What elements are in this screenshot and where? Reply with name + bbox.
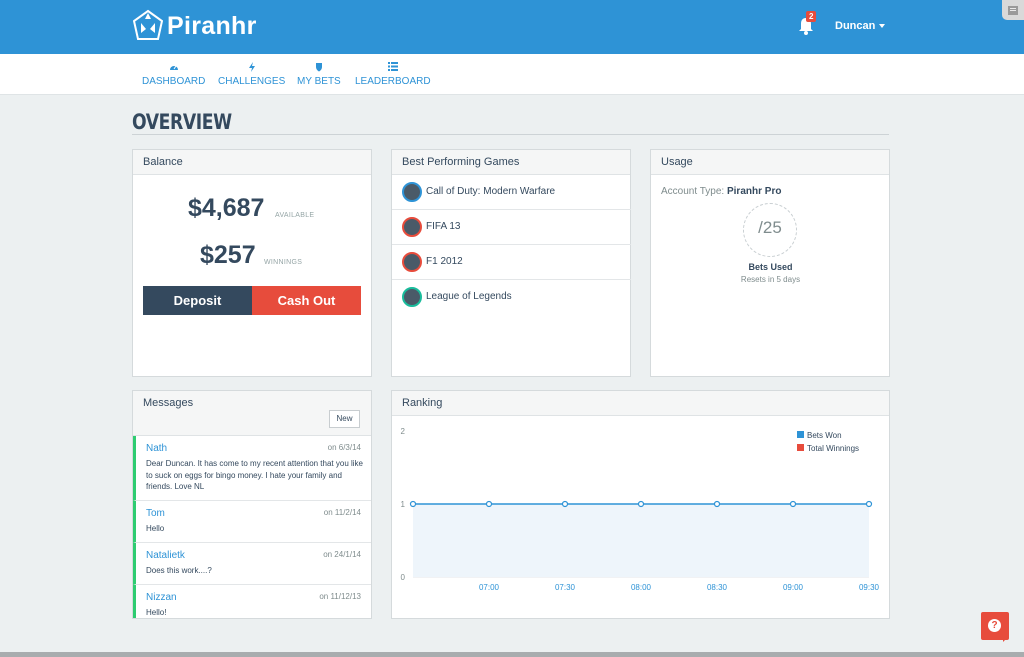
bets-won-point: [865, 500, 873, 508]
user-menu[interactable]: Duncan: [835, 20, 886, 32]
nav-dashboard-label: DASHBOARD: [142, 76, 206, 87]
message-body: Dear Duncan. It has come to my recent at…: [146, 459, 363, 491]
y-tick-label: 1: [401, 500, 406, 509]
nav-dashboard[interactable]: DASHBOARD: [142, 62, 205, 87]
title-divider: [132, 134, 889, 135]
games-card: Best Performing Games Call of Duty: Mode…: [391, 149, 631, 377]
game-name: FIFA 13: [426, 221, 461, 232]
message-sender: Tom: [146, 508, 165, 519]
y-tick-label: 2: [401, 427, 406, 436]
game-name: F1 2012: [426, 256, 463, 267]
game-row[interactable]: League of Legends: [392, 280, 631, 315]
game-avatar: [402, 287, 422, 307]
page-title: OVERVIEW: [132, 110, 232, 134]
x-tick-label: 07:00: [479, 583, 500, 592]
available-amount: $4,687: [188, 194, 265, 222]
cash-out-button[interactable]: Cash Out: [252, 286, 361, 315]
ranking-chart: 0 1 2 07:00 07:30 08:00 08:30 09:00 09:30 Bets Wo…: [401, 427, 880, 592]
dashboard-icon: [169, 65, 178, 70]
available-label: AVAILABLE: [275, 212, 315, 219]
message-date: on 6/3/14: [327, 443, 361, 452]
usage-title: Usage: [651, 150, 889, 175]
legend-swatch: [797, 431, 804, 438]
x-tick-label: 07:30: [555, 583, 576, 592]
shield-icon: [315, 63, 322, 72]
game-name: Call of Duty: Modern Warfare: [426, 186, 556, 197]
x-tick-label: 09:00: [783, 583, 804, 592]
messages-card: Messages New Nath on 6/3/14 Dear Duncan.…: [132, 390, 372, 619]
reset-text: Resets in 5 days: [740, 275, 801, 284]
game-row[interactable]: F1 2012: [392, 245, 631, 280]
message-date: on 11/12/13: [319, 592, 361, 601]
legend-label: Total Winnings: [807, 444, 859, 453]
game-avatar: [402, 217, 422, 237]
message-item[interactable]: Nath on 6/3/14 Dear Duncan. It has come …: [133, 436, 371, 501]
piranha-icon: [133, 9, 163, 40]
winnings-label: WINNINGS: [264, 259, 303, 266]
game-avatar: [402, 252, 422, 272]
message-sender: Nizzan: [146, 592, 177, 603]
message-body: Does this work....?: [146, 566, 212, 575]
balance-title: Balance: [133, 150, 371, 175]
account-type-label: Account Type:: [661, 186, 725, 197]
nav-my-bets-label: MY BETS: [297, 76, 341, 87]
game-name: League of Legends: [426, 291, 512, 302]
game-row[interactable]: Call of Duty: Modern Warfare: [392, 175, 631, 210]
message-date: on 11/2/14: [323, 508, 361, 517]
message-item[interactable]: Nizzan on 11/12/13 Hello!: [133, 585, 371, 618]
question-icon: ?: [988, 619, 1001, 632]
lightning-icon: [248, 62, 255, 72]
caret-down-icon: [879, 24, 886, 29]
usage-count: /25: [758, 218, 782, 237]
notification-badge: 2: [806, 11, 817, 22]
deposit-button[interactable]: Deposit: [143, 286, 252, 315]
message-item[interactable]: Natalietk on 24/1/14 Does this work....?: [133, 543, 371, 585]
bets-won-point: [713, 500, 721, 508]
list-icon: [387, 62, 398, 71]
x-tick-label: 09:30: [859, 583, 880, 592]
new-message-button[interactable]: New: [329, 410, 360, 428]
message-sender: Nath: [146, 443, 168, 454]
help-button-tail: [1003, 636, 1009, 642]
extension-button[interactable]: [1002, 0, 1024, 20]
ranking-title: Ranking: [392, 391, 889, 416]
nav-leaderboard-label: LEADERBOARD: [355, 76, 431, 87]
app-name: Piranhr: [167, 11, 257, 40]
y-tick-label: 0: [401, 573, 406, 582]
message-body: Hello!: [146, 608, 167, 617]
bets-won-area: [413, 504, 869, 577]
legend-swatch: [797, 444, 804, 451]
account-type-value: Piranhr Pro: [726, 186, 782, 197]
game-row[interactable]: FIFA 13: [392, 210, 631, 245]
bets-won-point: [561, 500, 569, 508]
puzzle-icon: [1008, 6, 1018, 15]
legend-label: Bets Won: [807, 431, 842, 440]
nav-challenges[interactable]: CHALLENGES: [218, 62, 285, 87]
usage-card: Usage Account Type: Piranhr Pro /25 Bets…: [650, 149, 890, 377]
app-logo[interactable]: Piranhr: [133, 9, 257, 43]
nav-my-bets[interactable]: MY BETS: [297, 62, 341, 87]
game-avatar: [402, 182, 422, 202]
games-title: Best Performing Games: [392, 150, 630, 175]
window-bottom-edge: [0, 652, 1024, 657]
bets-won-point: [789, 500, 797, 508]
bets-used-label: Bets Used: [748, 262, 793, 272]
x-tick-label: 08:30: [707, 583, 728, 592]
bets-won-point: [485, 500, 493, 508]
user-name: Duncan: [835, 20, 876, 32]
bets-won-point: [637, 500, 645, 508]
message-item[interactable]: Tom on 11/2/14 Hello: [133, 501, 371, 543]
message-sender: Natalietk: [146, 550, 185, 561]
nav-leaderboard[interactable]: LEADERBOARD: [355, 62, 431, 87]
winnings-amount: $257: [200, 241, 256, 269]
message-date: on 24/1/14: [323, 550, 361, 559]
bets-won-point: [409, 500, 417, 508]
balance-card: Balance $4,687 AVAILABLE $257 WINNINGS D…: [132, 149, 372, 377]
account-type: Account Type: Piranhr Pro: [661, 186, 781, 197]
ranking-card: Ranking 0 1 2 07:00 07:30 08:00 08:30 09:00 09:3…: [391, 390, 890, 619]
nav-challenges-label: CHALLENGES: [218, 76, 286, 87]
x-tick-label: 08:00: [631, 583, 652, 592]
message-body: Hello: [146, 524, 165, 533]
